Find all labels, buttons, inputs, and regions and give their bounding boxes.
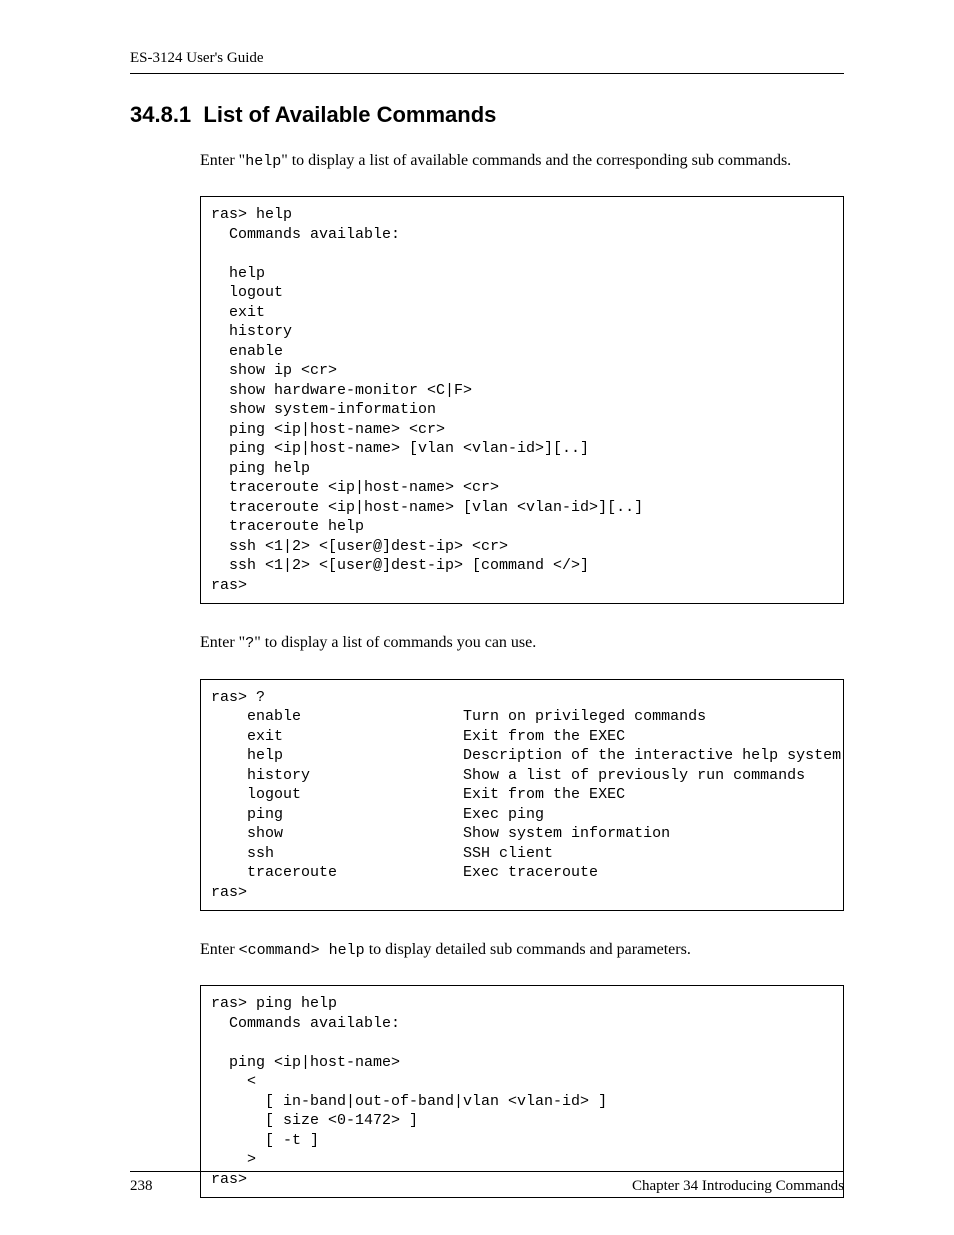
header-rule (130, 73, 844, 74)
code-block-help: ras> help Commands available: help logou… (200, 196, 844, 604)
section-number: 34.8.1 (130, 102, 191, 127)
document-page: ES-3124 User's Guide 34.8.1 List of Avai… (0, 0, 954, 1235)
para1-post: " to display a list of available command… (281, 152, 791, 169)
para3-pre: Enter (200, 941, 239, 958)
footer-page-number: 238 (130, 1178, 153, 1195)
para2-code: ? (245, 635, 254, 652)
para2-post: " to display a list of commands you can … (254, 634, 536, 651)
footer-chapter: Chapter 34 Introducing Commands (632, 1178, 844, 1195)
para3-post: to display detailed sub commands and par… (365, 941, 691, 958)
code-block-question: ras> ? enable Turn on privileged command… (200, 679, 844, 912)
paragraph-1: Enter "help" to display a list of availa… (200, 150, 844, 172)
para1-pre: Enter " (200, 152, 245, 169)
paragraph-3: Enter <command> help to display detailed… (200, 939, 844, 961)
code-block-ping-help: ras> ping help Commands available: ping … (200, 985, 844, 1198)
page-footer: 238 Chapter 34 Introducing Commands (130, 1171, 844, 1195)
para3-code: <command> help (239, 942, 365, 959)
body-content: Enter "help" to display a list of availa… (200, 150, 844, 1198)
section-heading: 34.8.1 List of Available Commands (130, 102, 844, 128)
para2-pre: Enter " (200, 634, 245, 651)
para1-code: help (245, 153, 281, 170)
footer-rule (130, 1171, 844, 1172)
paragraph-2: Enter "?" to display a list of commands … (200, 632, 844, 654)
running-header: ES-3124 User's Guide (130, 50, 844, 67)
section-title: List of Available Commands (203, 102, 496, 127)
